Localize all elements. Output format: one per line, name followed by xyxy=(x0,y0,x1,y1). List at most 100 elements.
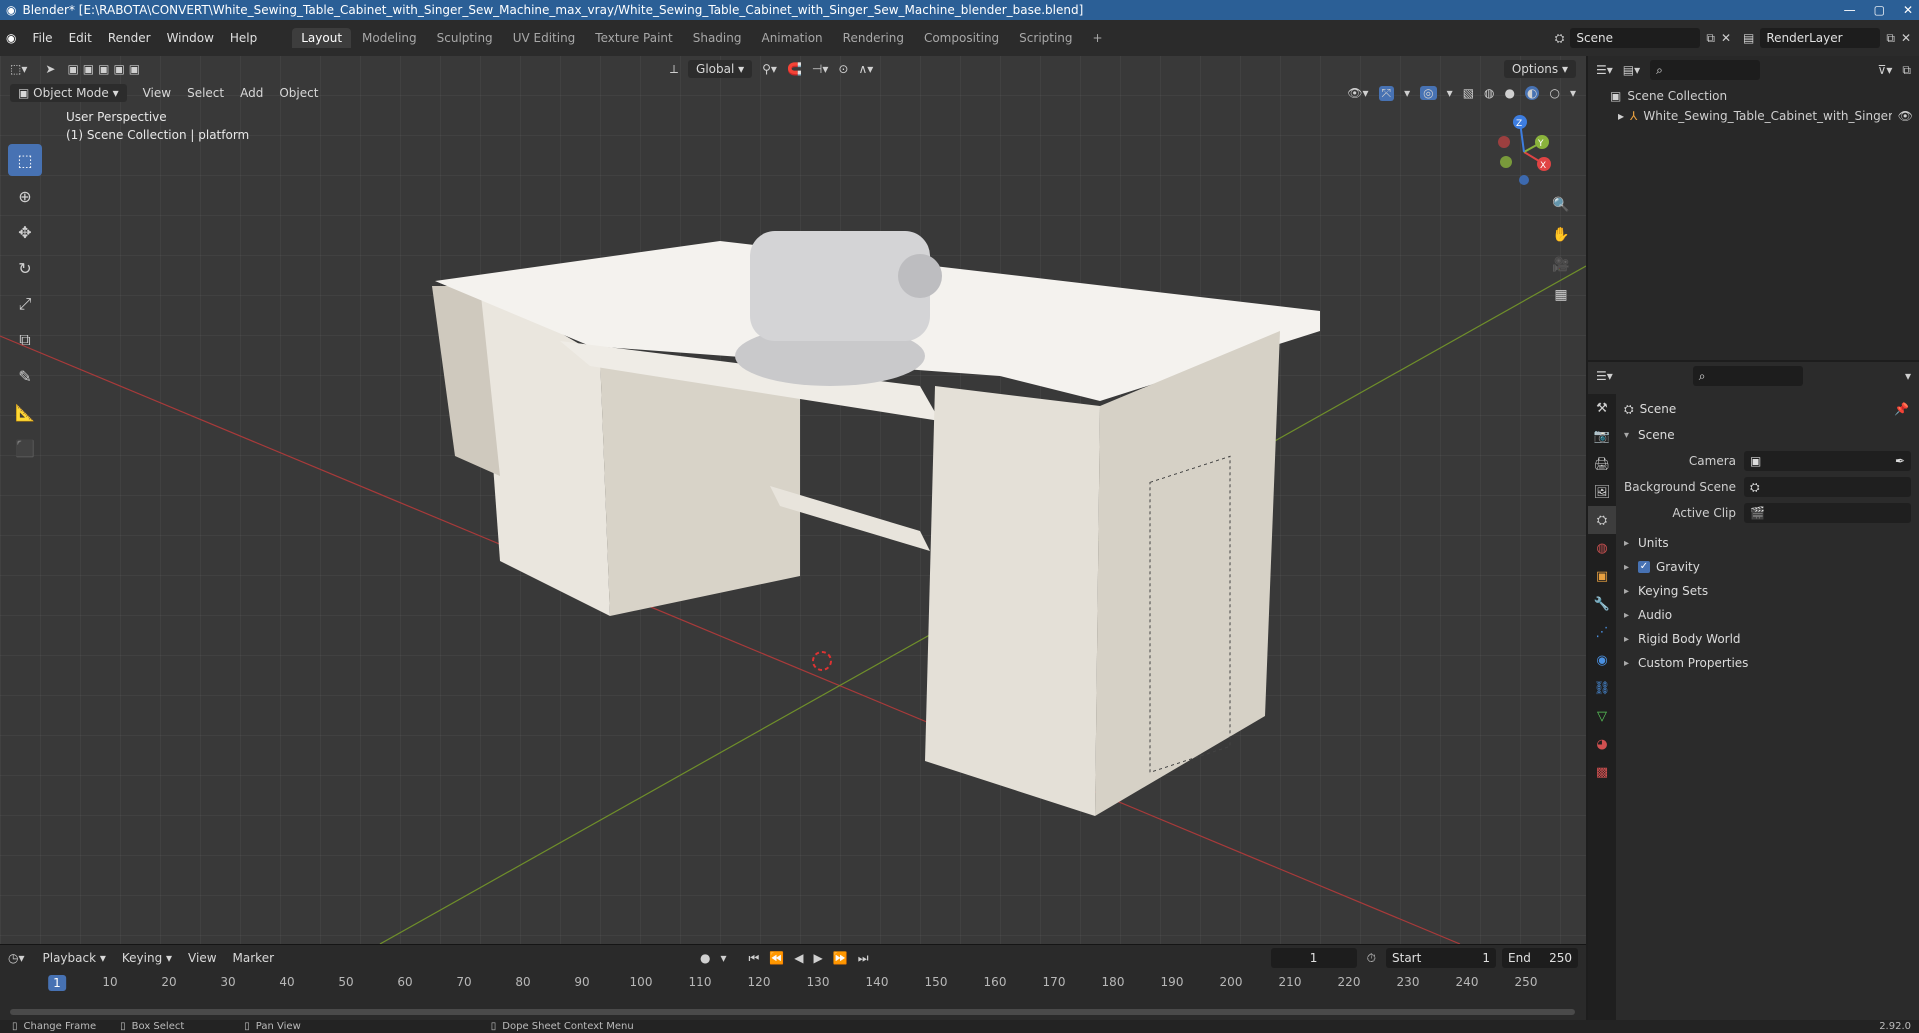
transform-orientation-dropdown[interactable]: Global ▾ xyxy=(688,60,753,78)
outliner-display-mode-icon[interactable]: ▤▾ xyxy=(1623,63,1640,77)
jump-start-icon[interactable]: ⏮ xyxy=(749,951,760,966)
xray-icon[interactable]: ▧ xyxy=(1463,86,1474,100)
pan-hand-icon[interactable]: ✋ xyxy=(1548,222,1574,248)
visibility-icon[interactable]: 👁▾ xyxy=(1347,86,1368,100)
minimize-icon[interactable]: — xyxy=(1844,3,1856,17)
view-layer-tab-icon[interactable]: 🖼 xyxy=(1588,478,1616,506)
tab-modeling[interactable]: Modeling xyxy=(353,28,426,48)
tab-rendering[interactable]: Rendering xyxy=(834,28,913,48)
end-frame-field[interactable]: End 250 xyxy=(1502,948,1578,968)
object-tab-icon[interactable]: ▣ xyxy=(1588,562,1616,590)
keying-sets-panel-header[interactable]: ▸ Keying Sets xyxy=(1624,580,1708,602)
gravity-panel-header[interactable]: ▸ ✓ Gravity xyxy=(1624,556,1700,578)
rendered-shading-icon[interactable]: ○ xyxy=(1549,86,1559,100)
new-collection-icon[interactable]: ⧉ xyxy=(1902,63,1911,78)
select-tool-icon[interactable]: ➤ xyxy=(45,62,55,76)
measure-tool-icon[interactable]: 📐 xyxy=(8,396,42,428)
tab-shading[interactable]: Shading xyxy=(684,28,751,48)
maximize-icon[interactable]: ▢ xyxy=(1874,3,1885,17)
renderlayer-icon[interactable]: ▤ xyxy=(1743,31,1754,45)
particles-tab-icon[interactable]: ⋰ xyxy=(1588,618,1616,646)
renderlayer-selector[interactable]: RenderLayer xyxy=(1760,28,1881,48)
tab-compositing[interactable]: Compositing xyxy=(915,28,1008,48)
move-tool-icon[interactable]: ✥ xyxy=(8,216,42,248)
timeline-ruler[interactable]: 1 10 20 30 40 50 60 70 80 90 100 110 120 130 140 150 16… xyxy=(0,973,1586,995)
tab-layout[interactable]: Layout xyxy=(292,28,352,48)
shading-dropdown-icon[interactable]: ▾ xyxy=(1570,86,1576,100)
physics-tab-icon[interactable]: ◉ xyxy=(1588,646,1616,674)
options-dropdown[interactable]: Options ▾ xyxy=(1503,60,1576,78)
delete-scene-icon[interactable]: ✕ xyxy=(1721,31,1731,45)
delete-renderlayer-icon[interactable]: ✕ xyxy=(1901,31,1911,45)
play-reverse-icon[interactable]: ◀ xyxy=(794,951,803,965)
jump-end-icon[interactable]: ⏭ xyxy=(858,951,869,966)
blender-menu-icon[interactable]: ◉ xyxy=(6,31,16,45)
snap-target-icon[interactable]: ⊣▾ xyxy=(812,62,828,76)
texture-tab-icon[interactable]: ▩ xyxy=(1588,758,1616,786)
menu-help[interactable]: Help xyxy=(222,31,265,45)
navigation-gizmo[interactable]: X Y Z xyxy=(1484,112,1564,192)
overlay-toggle-icon[interactable]: ◎ xyxy=(1420,86,1437,100)
outliner-scene-collection[interactable]: Scene Collection xyxy=(1627,89,1727,103)
audio-panel-header[interactable]: ▸ Audio xyxy=(1624,604,1672,626)
falloff-icon[interactable]: ∧▾ xyxy=(858,62,873,76)
play-icon[interactable]: ▶ xyxy=(814,951,823,965)
new-scene-icon[interactable]: ⧉ xyxy=(1706,31,1715,46)
stopwatch-icon[interactable]: ⏱ xyxy=(1367,951,1376,966)
scene-panel-header[interactable]: ▾ Scene xyxy=(1624,424,1675,446)
zoom-icon[interactable]: 🔍 xyxy=(1548,192,1574,218)
camera-field[interactable]: ▣ ✒ xyxy=(1744,451,1911,471)
keyframe-options-icon[interactable]: ▾ xyxy=(720,951,726,965)
timeline-editor-type-icon[interactable]: ◷▾ xyxy=(8,951,25,965)
timeline-menu-marker[interactable]: Marker xyxy=(225,949,282,967)
mode-dropdown[interactable]: ▣ Object Mode ▾ xyxy=(10,84,127,102)
overlay-dropdown-icon[interactable]: ▾ xyxy=(1447,86,1453,100)
3d-viewport[interactable]: ⬚▾ ➤ ▣▣▣▣▣ ⟂ Global ▾ ⚲▾ 🧲 ⊣▾ ⊙ ∧▾ Optio… xyxy=(0,56,1586,944)
transform-tool-icon[interactable]: ⧉ xyxy=(8,324,42,356)
next-keyframe-icon[interactable]: ⏩ xyxy=(833,951,848,965)
transform-orientation-icon[interactable]: ⟂ xyxy=(670,62,678,77)
playhead-frame-indicator[interactable]: 1 xyxy=(48,975,66,991)
menu-render[interactable]: Render xyxy=(100,31,159,45)
rotate-tool-icon[interactable]: ↻ xyxy=(8,252,42,284)
tool-tab-icon[interactable]: ⚒ xyxy=(1588,394,1616,422)
output-tab-icon[interactable]: 🖨 xyxy=(1588,450,1616,478)
tab-sculpting[interactable]: Sculpting xyxy=(428,28,502,48)
viewport-menu-view[interactable]: View xyxy=(135,84,179,102)
annotate-tool-icon[interactable]: ✎ xyxy=(8,360,42,392)
proportional-edit-icon[interactable]: ⊙ xyxy=(838,62,848,76)
select-box-tool-icon[interactable]: ⬚ xyxy=(8,144,42,176)
scene-tab-icon[interactable]: ⛭ xyxy=(1588,506,1616,534)
material-tab-icon[interactable]: ◕ xyxy=(1588,730,1616,758)
close-icon[interactable]: ✕ xyxy=(1903,3,1913,17)
viewport-menu-object[interactable]: Object xyxy=(271,84,326,102)
rigid-body-world-panel-header[interactable]: ▸ Rigid Body World xyxy=(1624,628,1741,650)
properties-search-input[interactable]: ⌕ xyxy=(1692,366,1803,386)
outliner-item-object[interactable]: White_Sewing_Table_Cabinet_with_Singer_S xyxy=(1643,109,1891,123)
expand-arrow-icon[interactable]: ▸ xyxy=(1618,109,1624,123)
tab-animation[interactable]: Animation xyxy=(752,28,831,48)
properties-options-icon[interactable]: ▾ xyxy=(1905,369,1911,383)
custom-properties-panel-header[interactable]: ▸ Custom Properties xyxy=(1624,652,1748,674)
world-tab-icon[interactable]: ◍ xyxy=(1588,534,1616,562)
eyedropper-icon[interactable]: ✒ xyxy=(1895,454,1905,468)
wireframe-shading-icon[interactable]: ◍ xyxy=(1484,86,1494,100)
gravity-checkbox[interactable]: ✓ xyxy=(1638,561,1650,573)
current-frame-field[interactable]: 1 xyxy=(1270,948,1357,968)
render-tab-icon[interactable]: 📷 xyxy=(1588,422,1616,450)
tab-scripting[interactable]: Scripting xyxy=(1010,28,1081,48)
outliner-editor-type-icon[interactable]: ☰▾ xyxy=(1596,63,1613,77)
record-icon[interactable]: ● xyxy=(700,951,710,965)
data-tab-icon[interactable]: ▽ xyxy=(1588,702,1616,730)
viewport-menu-select[interactable]: Select xyxy=(179,84,232,102)
start-frame-field[interactable]: Start 1 xyxy=(1386,948,1496,968)
add-cube-tool-icon[interactable]: ⬛ xyxy=(8,432,42,464)
new-renderlayer-icon[interactable]: ⧉ xyxy=(1886,31,1895,46)
prev-keyframe-icon[interactable]: ⏪ xyxy=(769,951,784,965)
tab-uv-editing[interactable]: UV Editing xyxy=(504,28,585,48)
scale-tool-icon[interactable]: ⤢ xyxy=(8,288,42,320)
constraints-tab-icon[interactable]: ⛓ xyxy=(1588,674,1616,702)
outliner-search-input[interactable]: ⌕ xyxy=(1650,60,1761,80)
timeline-scrollbar[interactable] xyxy=(10,1009,1575,1015)
viewport-menu-add[interactable]: Add xyxy=(232,84,271,102)
